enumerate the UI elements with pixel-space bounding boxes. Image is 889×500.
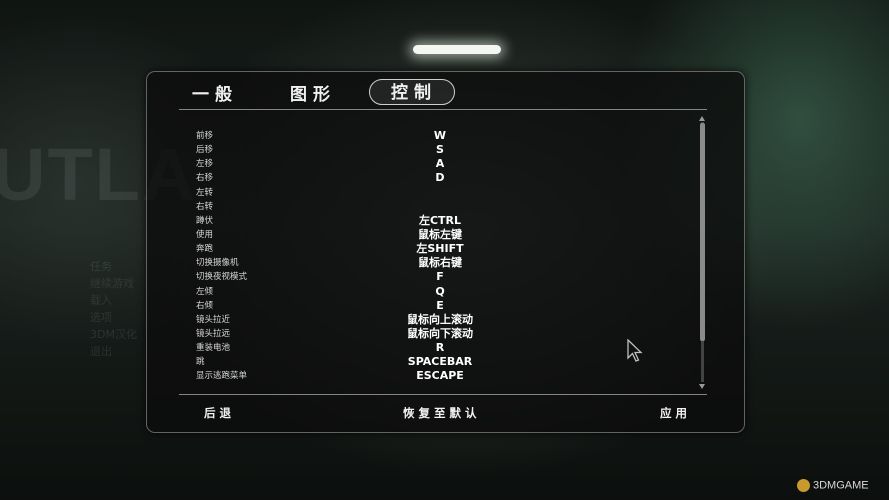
watermark-logo-icon — [797, 479, 810, 492]
binding-action: 显示逃跑菜单 — [196, 371, 248, 382]
binding-key[interactable]: 鼠标向上滚动 — [340, 313, 540, 327]
binding-row[interactable]: 切换夜视模式 F — [147, 270, 707, 284]
binding-row[interactable]: 镜头拉远 鼠标向下滚动 — [147, 327, 707, 341]
tab-controls[interactable]: 控制 — [369, 79, 455, 105]
binding-action: 奔跑 — [196, 244, 214, 255]
binding-key[interactable]: 鼠标向下滚动 — [340, 327, 540, 341]
binding-row[interactable]: 左移 A — [147, 157, 707, 171]
binding-row[interactable]: 右倾 E — [147, 299, 707, 313]
background-menu-item: 退出 — [90, 345, 112, 358]
binding-key[interactable]: S — [340, 143, 540, 157]
binding-row[interactable]: 蹲伏 左CTRL — [147, 214, 707, 228]
binding-key[interactable]: SPACEBAR — [340, 355, 540, 369]
binding-action: 切换夜视模式 — [196, 272, 248, 283]
binding-row[interactable]: 使用 鼠标左键 — [147, 228, 707, 242]
binding-action: 镜头拉远 — [196, 328, 231, 339]
binding-key[interactable]: W — [340, 129, 540, 143]
header-divider — [179, 109, 707, 110]
binding-row[interactable]: 切换摄像机 鼠标右键 — [147, 256, 707, 270]
binding-key[interactable]: E — [340, 299, 540, 313]
scroll-up-arrow-icon[interactable] — [699, 116, 705, 121]
binding-row[interactable]: 显示逃跑菜单 ESCAPE — [147, 369, 707, 383]
back-button[interactable]: 后退 — [204, 405, 235, 421]
binding-action: 切换摄像机 — [196, 258, 239, 269]
binding-key[interactable]: D — [340, 171, 540, 185]
background-menu-item: 任务 — [90, 260, 112, 273]
restore-defaults-button[interactable]: 恢复至默认 — [403, 405, 481, 421]
binding-row[interactable]: 右移 D — [147, 171, 707, 185]
binding-action: 使用 — [196, 229, 214, 240]
background-menu: 任务 继续游戏 载入 选项 3DM汉化 退出 — [90, 258, 150, 360]
binding-key[interactable]: 左SHIFT — [340, 242, 540, 256]
binding-row[interactable]: 镜头拉近 鼠标向上滚动 — [147, 313, 707, 327]
watermark: 3DMGAME — [797, 479, 869, 492]
scroll-down-arrow-icon[interactable] — [699, 384, 705, 389]
options-dialog: 一般 图形 控制 前移 W 后移 S 左移 A 右移 D 左转 右转 蹲伏 左CTRL 使… — [146, 71, 745, 433]
background-menu-item: 3DM汉化 — [90, 328, 137, 341]
binding-row[interactable]: 前移 W — [147, 129, 707, 143]
binding-row[interactable]: 左转 — [147, 186, 707, 200]
binding-action: 左倾 — [196, 286, 214, 297]
binding-key[interactable]: F — [340, 270, 540, 284]
background-menu-item: 选项 — [90, 311, 112, 324]
binding-action: 跳 — [196, 357, 205, 368]
binding-action: 左转 — [196, 187, 214, 198]
tab-general[interactable]: 一般 — [192, 83, 238, 107]
binding-row[interactable]: 跳 SPACEBAR — [147, 355, 707, 369]
background-menu-item: 载入 — [90, 294, 112, 307]
binding-row[interactable]: 后移 S — [147, 143, 707, 157]
binding-action: 前移 — [196, 131, 214, 141]
scrollbar[interactable] — [699, 116, 706, 389]
key-binding-list: 前移 W 后移 S 左移 A 右移 D 左转 右转 蹲伏 左CTRL 使用 鼠标左键 奔跑左… — [147, 129, 707, 384]
binding-action: 蹲伏 — [196, 215, 214, 226]
binding-action: 镜头拉近 — [196, 314, 231, 325]
binding-row[interactable]: 右转 — [147, 200, 707, 214]
binding-key[interactable]: ESCAPE — [340, 369, 540, 383]
binding-key[interactable]: 鼠标右键 — [340, 256, 540, 270]
ceiling-light — [413, 45, 501, 54]
binding-action: 右转 — [196, 201, 214, 212]
tab-graphics[interactable]: 图形 — [290, 83, 336, 107]
footer-divider — [179, 394, 707, 395]
apply-button[interactable]: 应用 — [660, 405, 691, 421]
binding-key[interactable]: A — [340, 157, 540, 171]
binding-key[interactable]: 左CTRL — [340, 214, 540, 228]
binding-action: 右倾 — [196, 300, 214, 311]
binding-row[interactable]: 重装电池 R — [147, 341, 707, 355]
binding-key[interactable]: R — [340, 341, 540, 355]
watermark-text: 3DMGAME — [813, 479, 869, 492]
binding-key[interactable]: Q — [340, 285, 540, 299]
binding-row[interactable]: 奔跑 左SHIFT — [147, 242, 707, 256]
binding-key[interactable]: 鼠标左键 — [340, 228, 540, 242]
binding-action: 重装电池 — [196, 343, 231, 354]
scroll-thumb[interactable] — [700, 123, 705, 341]
background-menu-item: 继续游戏 — [90, 277, 134, 290]
binding-row[interactable]: 左倾 Q — [147, 285, 707, 299]
binding-action: 左移 — [196, 159, 214, 170]
binding-action: 后移 — [196, 145, 214, 156]
binding-action: 右移 — [196, 173, 214, 184]
